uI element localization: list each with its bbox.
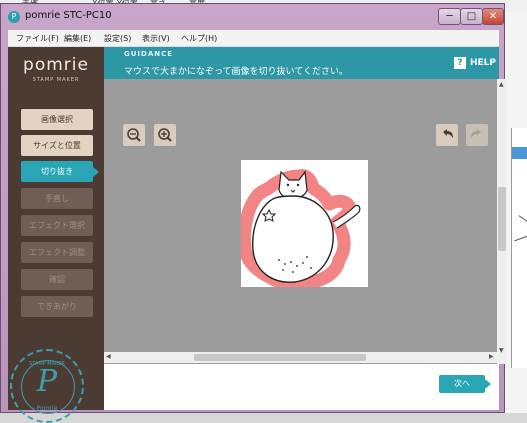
- horizontal-scrollbar[interactable]: ◀ ▶: [104, 352, 497, 363]
- guidance-label: GUIDANCE: [124, 50, 174, 58]
- vertical-scroll-thumb[interactable]: [498, 187, 506, 251]
- menu-settings[interactable]: 設定(S): [104, 33, 131, 44]
- guidance-text: マウスで大まかになぞって画像を切り抜いてください。: [124, 67, 349, 77]
- step-confirm: 確認: [21, 269, 93, 290]
- dot: [302, 262, 304, 264]
- zoom-out-icon[interactable]: [123, 124, 145, 146]
- help-icon[interactable]: ?: [454, 57, 466, 69]
- undo-icon[interactable]: [436, 124, 458, 146]
- redo-glyph: [471, 129, 481, 138]
- app-logo: pomrie: [23, 55, 89, 75]
- redo-icon: [466, 124, 488, 146]
- menu-file[interactable]: ファイル(F): [16, 33, 59, 44]
- horizontal-scroll-thumb[interactable]: [194, 354, 366, 361]
- menu-help[interactable]: ヘルプ(H): [181, 33, 217, 44]
- menu-view[interactable]: 表示(V): [142, 33, 170, 44]
- step-effect-adjust: エフェクト調整: [21, 242, 93, 263]
- step-size-position[interactable]: サイズと位置: [21, 135, 93, 156]
- undo-glyph: [443, 129, 453, 138]
- cat-eye-left: [286, 183, 290, 187]
- menu-bar: ファイル(F) 編集(E) 設定(S) 表示(V) ヘルプ(H): [8, 30, 499, 47]
- background-line: [518, 215, 527, 222]
- stamp-bottom-text: Pomrie: [36, 405, 58, 412]
- window-title: pomrie STC-PC10: [25, 10, 112, 21]
- dot: [310, 267, 312, 269]
- step-image-select[interactable]: 画像選択: [21, 109, 93, 130]
- guidance-bar: GUIDANCE マウスで大まかになぞって画像を切り抜いてください。 ? HEL…: [104, 47, 499, 79]
- background-window-bar: [512, 147, 527, 159]
- step-crop[interactable]: 切り抜き: [21, 161, 99, 182]
- minimize-button[interactable]: ─: [438, 8, 461, 25]
- help-button[interactable]: HELP: [470, 58, 496, 68]
- zoom-in-glyph: [158, 128, 172, 142]
- app-window: P pomrie STC-PC10 ─ □ ✕ ファイル(F) 編集(E) 設定…: [0, 3, 507, 423]
- stamp-maker-logo: STAMP MAKER P Pomrie: [10, 349, 84, 423]
- dot: [290, 261, 292, 263]
- maximize-button[interactable]: □: [460, 8, 483, 25]
- menu-edit[interactable]: 編集(E): [64, 33, 91, 44]
- editing-canvas-area[interactable]: [104, 79, 499, 364]
- step-effect-select: エフェクト選択: [21, 215, 93, 236]
- zoom-in-icon[interactable]: [154, 124, 176, 146]
- scroll-left-icon[interactable]: ◀: [106, 353, 111, 360]
- cat-eye-right: [296, 183, 300, 187]
- step-touch-up: 手直し: [21, 188, 93, 209]
- dot: [282, 269, 284, 271]
- app-logo-subtitle: STAMP MAKER: [32, 77, 80, 83]
- dot: [284, 263, 286, 265]
- next-button[interactable]: 次へ: [439, 375, 491, 393]
- pomrie-app-icon: P: [8, 11, 20, 23]
- background-line: [514, 235, 527, 242]
- scroll-right-icon[interactable]: ▶: [489, 353, 494, 360]
- title-bar[interactable]: P pomrie STC-PC10 ─ □ ✕: [1, 4, 504, 30]
- stamp-letter: P: [36, 364, 58, 399]
- step-sidebar: pomrie STAMP MAKER 画像選択 サイズと位置 切り抜き 手直し …: [8, 47, 104, 423]
- scroll-up-icon[interactable]: ▲: [499, 81, 504, 88]
- vertical-scrollbar[interactable]: ▲ ▼: [497, 79, 507, 364]
- zoom-out-glyph: [127, 128, 141, 142]
- client-area: ファイル(F) 編集(E) 設定(S) 表示(V) ヘルプ(H) pomrie …: [8, 30, 507, 423]
- dot: [292, 271, 294, 273]
- step-done: できあがり: [21, 296, 93, 317]
- image-canvas[interactable]: [238, 160, 368, 291]
- cat-drawing-with-selection: [238, 169, 361, 291]
- background-window-edge: [511, 128, 527, 368]
- dot: [296, 265, 298, 267]
- footer-bar: 次へ: [104, 364, 499, 410]
- dot: [306, 256, 308, 258]
- close-button[interactable]: ✕: [482, 8, 504, 25]
- scroll-down-icon[interactable]: ▼: [499, 347, 504, 354]
- dot: [278, 259, 280, 261]
- cat-body: [252, 195, 334, 283]
